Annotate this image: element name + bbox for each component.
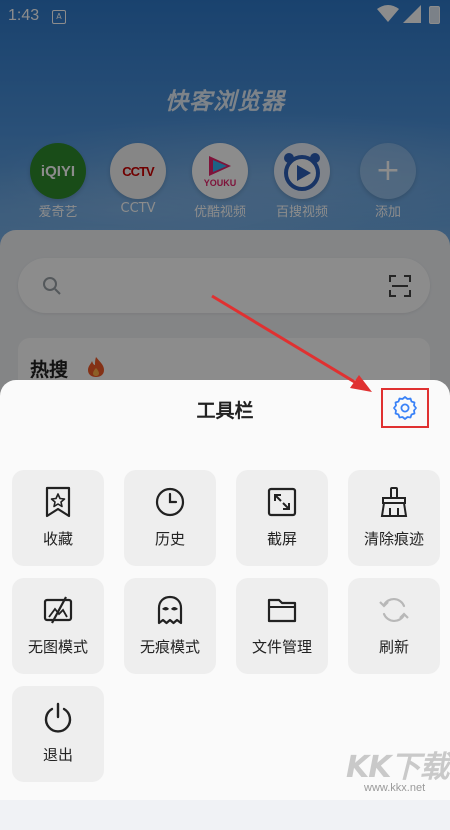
toolbar-item-label: 历史 bbox=[154, 530, 185, 548]
broom-icon bbox=[380, 487, 408, 517]
bookmark-star-icon bbox=[45, 486, 71, 518]
no-image-icon bbox=[43, 596, 73, 624]
toolbar-item-label: 无痕模式 bbox=[139, 638, 200, 656]
toolbar-item-label: 清除痕迹 bbox=[363, 530, 424, 548]
toolbar-item-exit[interactable]: 退出 bbox=[12, 686, 104, 782]
toolbar-item-label: 退出 bbox=[42, 746, 73, 764]
toolbar-item-label: 无图模式 bbox=[27, 638, 88, 656]
watermark-url: www.kkx.net bbox=[364, 782, 426, 794]
toolbar-item-refresh[interactable]: 刷新 bbox=[348, 578, 440, 674]
watermark-logo: KK下载 bbox=[346, 750, 449, 785]
toolbar-item-no-image-mode[interactable]: 无图模式 bbox=[12, 578, 104, 674]
settings-button[interactable] bbox=[381, 388, 429, 428]
toolbar-item-file-manager[interactable]: 文件管理 bbox=[236, 578, 328, 674]
folder-icon bbox=[267, 598, 297, 623]
gear-icon bbox=[393, 396, 417, 420]
clock-icon bbox=[155, 487, 185, 517]
power-icon bbox=[44, 702, 72, 733]
toolbar-item-label: 文件管理 bbox=[251, 638, 312, 656]
toolbar-item-history[interactable]: 历史 bbox=[124, 470, 216, 566]
watermark: KK下载 www.kkx.net bbox=[346, 742, 450, 800]
toolbar-item-favorites[interactable]: 收藏 bbox=[12, 470, 104, 566]
toolbar-item-screenshot[interactable]: 截屏 bbox=[236, 470, 328, 566]
screenshot-icon bbox=[267, 487, 297, 517]
toolbar-item-clear-traces[interactable]: 清除痕迹 bbox=[348, 470, 440, 566]
toolbar-item-incognito-mode[interactable]: 无痕模式 bbox=[124, 578, 216, 674]
ghost-icon bbox=[157, 595, 183, 625]
toolbar-item-label: 截屏 bbox=[266, 530, 297, 548]
toolbar-item-label: 收藏 bbox=[42, 530, 73, 548]
refresh-icon bbox=[379, 597, 409, 623]
toolbar-item-label: 刷新 bbox=[378, 638, 409, 656]
